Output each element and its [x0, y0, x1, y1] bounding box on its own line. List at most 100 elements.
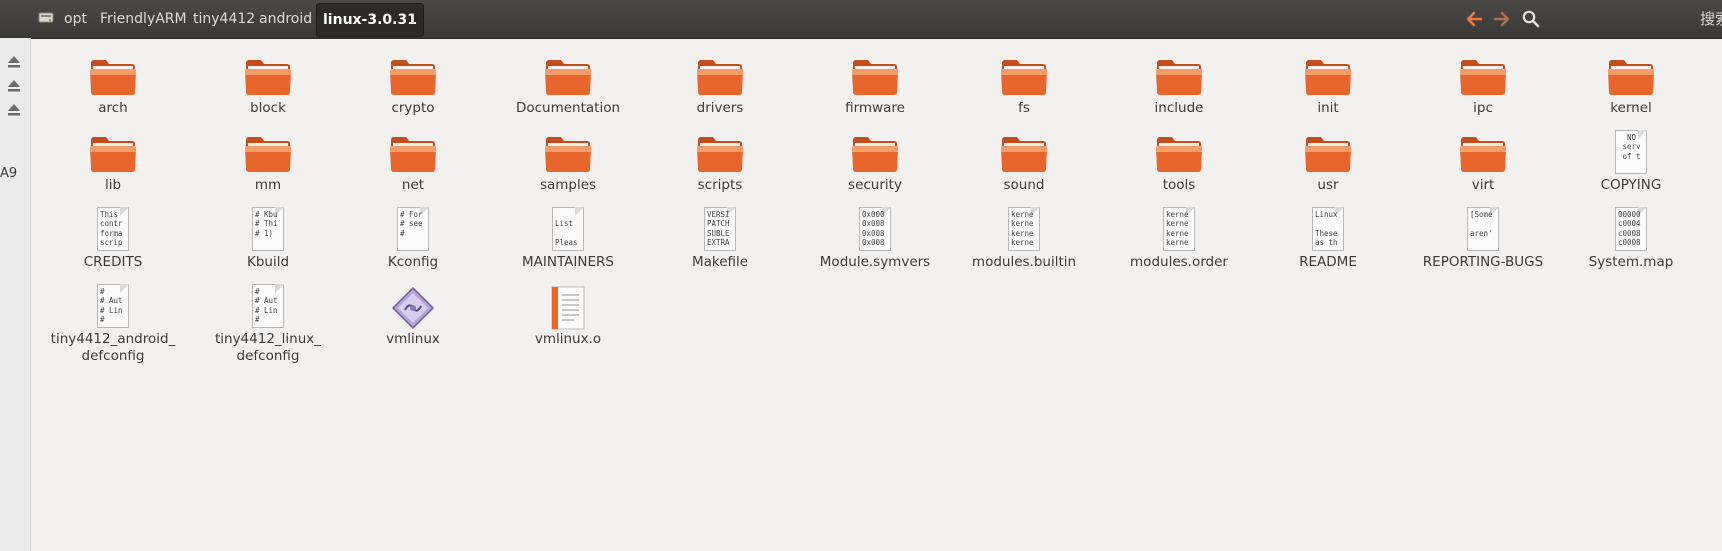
text-file-icon: # For # see # [395, 207, 431, 251]
file-item[interactable]: # # Aut # Lin # tiny4412_android_ defconf… [38, 284, 188, 365]
file-name: Kbuild [246, 254, 290, 270]
file-preview: Linux These as th [1315, 210, 1338, 247]
file-name: MAINTAINERS [522, 254, 614, 270]
file-item[interactable]: List Pleas MAINTAINERS [493, 207, 643, 271]
file-name: ipc [1473, 100, 1493, 116]
file-item[interactable]: # For # see # Kconfig [338, 207, 488, 271]
file-item[interactable]: scripts [645, 132, 795, 194]
folder-icon [696, 132, 744, 174]
file-name: System.map [1588, 254, 1674, 270]
text-file-icon: kerne kerne kerne kerne [1161, 207, 1197, 251]
search-label[interactable]: 搜索 [1700, 0, 1722, 38]
file-item[interactable]: lib [38, 132, 188, 194]
file-item[interactable]: fs [949, 55, 1099, 117]
file-item[interactable]: usr [1253, 132, 1403, 194]
file-name: vmlinux [386, 331, 440, 347]
file-preview: # # Aut # Lin # [100, 287, 123, 324]
file-item[interactable]: This contr forma scrip CREDITS [38, 207, 188, 271]
file-name: lib [104, 177, 122, 193]
eject-icon[interactable] [6, 78, 22, 94]
folder-icon [244, 55, 292, 97]
file-name: security [848, 177, 902, 193]
file-name: init [1317, 100, 1339, 116]
file-item[interactable]: virt [1408, 132, 1558, 194]
back-arrow-icon[interactable] [1464, 9, 1484, 29]
file-item[interactable]: Documentation [493, 55, 643, 117]
file-name: vmlinux.o [534, 331, 602, 347]
file-name: net [401, 177, 425, 193]
file-name: kernel [1610, 100, 1652, 116]
file-item[interactable]: VERSI PATCH SUBLE EXTRA Makefile [645, 207, 795, 271]
file-name: scripts [697, 177, 743, 193]
folder-icon [1459, 132, 1507, 174]
file-preview: VERSI PATCH SUBLE EXTRA [707, 210, 730, 247]
breadcrumb-current[interactable]: linux-3.0.31 [316, 3, 424, 37]
folder-icon [89, 55, 137, 97]
file-item[interactable]: kerne kerne kerne kerne modules.order [1104, 207, 1254, 271]
file-item[interactable]: drivers [645, 55, 795, 117]
text-file-icon: [Some aren' [1465, 207, 1501, 251]
file-item[interactable]: net [338, 132, 488, 194]
folder-icon [1155, 132, 1203, 174]
text-file-icon: Linux These as th [1310, 207, 1346, 251]
object-file-icon [544, 286, 592, 330]
file-preview: [Some aren' [1470, 210, 1493, 238]
text-file-icon: 00000 c0004 c0008 c0008 [1613, 207, 1649, 251]
file-name: samples [539, 177, 597, 193]
drive-icon[interactable] [38, 12, 54, 24]
file-name: tools [1162, 177, 1196, 193]
file-item[interactable]: kerne kerne kerne kerne modules.builtin [949, 207, 1099, 271]
file-name: virt [1471, 177, 1495, 193]
file-name: modules.order [1130, 254, 1228, 270]
file-item[interactable]: kernel [1556, 55, 1706, 117]
file-preview: kerne kerne kerne kerne [1166, 210, 1189, 247]
file-item[interactable]: block [193, 55, 343, 117]
file-item[interactable]: crypto [338, 55, 488, 117]
file-item[interactable]: 00000 c0004 c0008 c0008 System.map [1556, 207, 1706, 271]
file-item[interactable]: Linux These as th README [1253, 207, 1403, 271]
folder-icon [544, 132, 592, 174]
breadcrumb-tiny4412[interactable]: tiny4412 [193, 0, 255, 38]
file-preview: # For # see # [400, 210, 423, 238]
file-item[interactable]: samples [493, 132, 643, 194]
folder-icon [1304, 132, 1352, 174]
breadcrumb-friendlyarm[interactable]: FriendlyARM [100, 0, 187, 38]
file-item[interactable]: firmware [800, 55, 950, 117]
file-item[interactable]: # # Aut # Lin # tiny4412_linux_ defconfig [193, 284, 343, 365]
text-file-icon: kerne kerne kerne kerne [1006, 207, 1042, 251]
folder-icon [1459, 55, 1507, 97]
forward-arrow-icon[interactable] [1492, 9, 1512, 29]
file-name: fs [1018, 100, 1030, 116]
breadcrumb-android[interactable]: android [259, 0, 312, 38]
folder-icon [1155, 55, 1203, 97]
file-name: block [250, 100, 286, 116]
file-item[interactable]: NO serv of t COPYING [1556, 130, 1706, 194]
file-preview: List Pleas [555, 219, 578, 247]
file-name: include [1154, 100, 1204, 116]
file-item[interactable]: vmlinux.o [493, 286, 643, 348]
file-item[interactable]: vmlinux [338, 286, 488, 348]
search-icon[interactable] [1521, 9, 1541, 29]
file-preview: This contr forma scrip [100, 210, 123, 247]
file-item[interactable]: tools [1104, 132, 1254, 194]
text-file-icon: List Pleas [550, 207, 586, 251]
executable-icon [389, 286, 437, 330]
breadcrumb-opt[interactable]: opt [64, 0, 87, 38]
file-name: README [1299, 254, 1357, 270]
file-name: tiny4412_linux_ defconfig [214, 331, 322, 364]
sidebar [0, 38, 31, 551]
file-item[interactable]: arch [38, 55, 188, 117]
file-item[interactable]: [Some aren' REPORTING-BUGS [1408, 207, 1558, 271]
file-item[interactable]: 0x000 0x008 0x008 0x008 Module.symvers [800, 207, 950, 271]
file-item[interactable]: mm [193, 132, 343, 194]
file-item[interactable]: # Kbu # Thi # 1) Kbuild [193, 207, 343, 271]
eject-icon[interactable] [6, 54, 22, 70]
file-item[interactable]: security [800, 132, 950, 194]
folder-icon [389, 55, 437, 97]
file-item[interactable]: sound [949, 132, 1099, 194]
file-item[interactable]: ipc [1408, 55, 1558, 117]
eject-icon[interactable] [6, 102, 22, 118]
file-item[interactable]: include [1104, 55, 1254, 117]
sidebar-item-label[interactable]: A9 [0, 166, 17, 181]
file-item[interactable]: init [1253, 55, 1403, 117]
